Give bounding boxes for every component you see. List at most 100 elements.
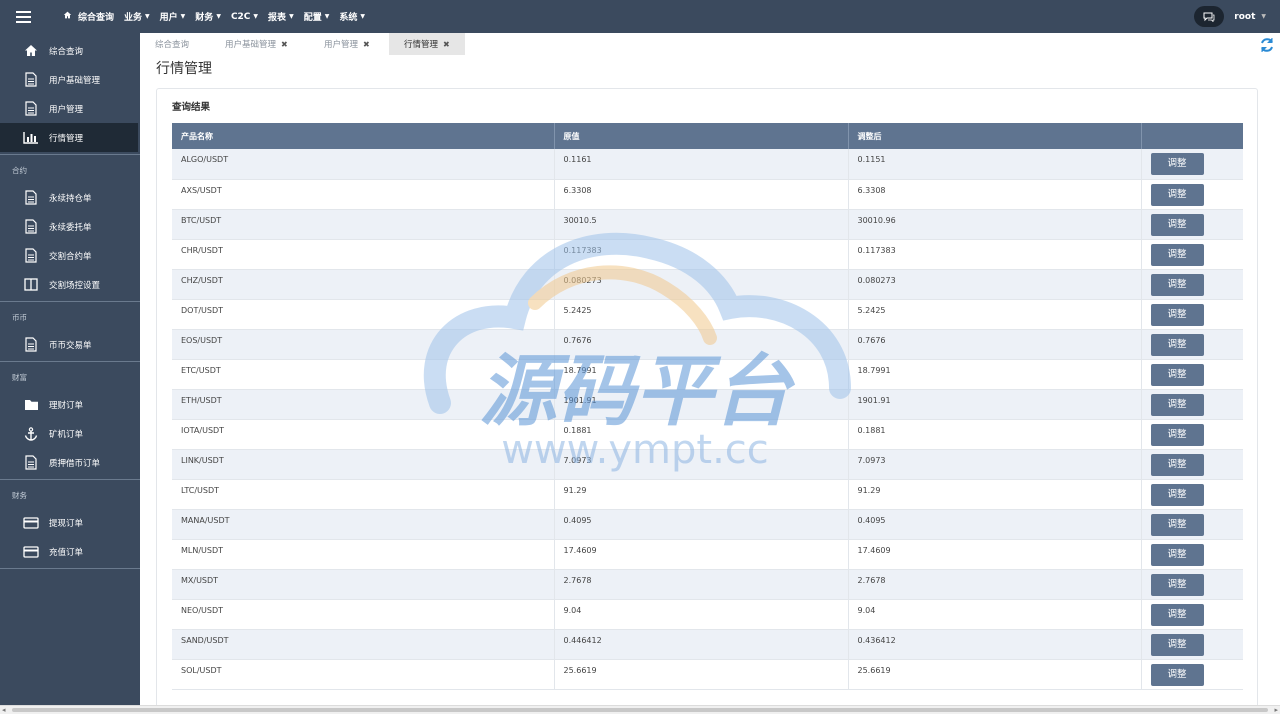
cell-action: 调整 <box>1141 329 1243 360</box>
document-icon <box>23 72 39 88</box>
close-icon[interactable]: ✖ <box>363 40 370 49</box>
topnav-item-3[interactable]: 财务 ▼ <box>195 10 221 23</box>
document-icon <box>23 248 39 264</box>
sidebar-item-group3-0[interactable]: 币币交易单 <box>0 330 140 359</box>
menu-toggle-icon[interactable] <box>0 0 46 33</box>
chevron-down-icon: ▼ <box>289 13 294 20</box>
sidebar-item-group2-0[interactable]: 永续持仓单 <box>0 183 140 212</box>
table-row: ETH/USDT 1901.91 1901.91 调整 <box>172 389 1243 420</box>
document-icon <box>23 190 39 206</box>
sidebar-item-group5-1[interactable]: 充值订单 <box>0 537 140 566</box>
sidebar-item-group1-3[interactable]: 行情管理 <box>0 123 138 152</box>
sidebar-item-group2-1[interactable]: 永续委托单 <box>0 212 140 241</box>
close-icon[interactable]: ✖ <box>443 40 450 49</box>
topnav-item-0[interactable]: 综合查询 <box>63 10 114 23</box>
user-menu[interactable]: root ▼ <box>1234 12 1266 22</box>
topnav-label: 配置 <box>303 13 322 23</box>
adjust-button[interactable]: 调整 <box>1150 633 1204 656</box>
cell-action: 调整 <box>1141 239 1243 270</box>
adjust-button[interactable]: 调整 <box>1150 183 1204 206</box>
topnav-item-5[interactable]: 报表 ▼ <box>268 10 294 23</box>
cell-action: 调整 <box>1141 659 1243 690</box>
sidebar-section-section_wealth: 财富 <box>12 372 27 382</box>
card-icon <box>23 544 39 560</box>
topnav-item-1[interactable]: 业务 ▼ <box>124 10 150 23</box>
cell-original: 6.3308 <box>554 179 849 210</box>
adjust-button[interactable]: 调整 <box>1150 273 1204 296</box>
cell-adjusted: 30010.96 <box>848 209 1142 240</box>
cell-product: CHZ/USDT <box>172 269 555 300</box>
chevron-down-icon: ▼ <box>180 13 186 20</box>
cell-original: 7.0973 <box>554 449 849 480</box>
sidebar-divider <box>0 568 140 569</box>
sidebar-divider <box>0 479 140 480</box>
sidebar-item-group2-2[interactable]: 交割合约单 <box>0 241 140 270</box>
sidebar-divider <box>0 361 140 362</box>
cell-adjusted: 0.4095 <box>848 509 1142 540</box>
sidebar-item-group1-2[interactable]: 用户管理 <box>0 94 140 123</box>
tab-user-manage[interactable]: 用户管理 ✖ <box>324 33 370 55</box>
cell-product: NEO/USDT <box>172 599 555 630</box>
adjust-button[interactable]: 调整 <box>1150 603 1204 626</box>
cell-adjusted: 18.7991 <box>848 359 1142 390</box>
close-icon[interactable]: ✖ <box>281 40 288 49</box>
topnav-label: C2C <box>230 11 251 22</box>
sidebar-item-group1-0[interactable]: 综合查询 <box>0 36 140 65</box>
sidebar-divider <box>0 154 140 155</box>
topnav-item-6[interactable]: 配置 ▼ <box>304 10 330 23</box>
sidebar-item-group4-0[interactable]: 理财订单 <box>0 390 140 419</box>
topnav-item-2[interactable]: 用户 ▼ <box>160 10 186 23</box>
topnav-item-4[interactable]: C2C ▼ <box>231 12 258 22</box>
column-header-action <box>1141 123 1243 149</box>
cell-adjusted: 9.04 <box>848 599 1142 630</box>
adjust-button[interactable]: 调整 <box>1150 243 1204 266</box>
scrollbar-thumb[interactable] <box>12 708 1268 712</box>
cell-product: MLN/USDT <box>172 539 555 570</box>
cell-action: 调整 <box>1141 389 1243 420</box>
sidebar-item-label: 永续委托单 <box>49 222 92 233</box>
adjust-button[interactable]: 调整 <box>1150 333 1204 356</box>
sidebar-item-group1-1[interactable]: 用户基础管理 <box>0 65 140 94</box>
adjust-button[interactable]: 调整 <box>1150 393 1204 416</box>
tab-overview[interactable]: 综合查询 <box>155 33 189 55</box>
cell-adjusted: 6.3308 <box>848 179 1142 210</box>
adjust-button[interactable]: 调整 <box>1150 543 1204 566</box>
tab-label: 用户基础管理 <box>225 40 277 50</box>
column-header-product: 产品名称 <box>172 123 555 149</box>
tab-market[interactable]: 行情管理 ✖ <box>389 33 465 55</box>
sidebar-item-label: 理财订单 <box>49 400 84 411</box>
sidebar: 综合查询用户基础管理用户管理 行情管理合约永续持仓单永续委托单交割合约单 交割场控设… <box>0 33 140 705</box>
cell-original: 5.2425 <box>554 299 849 330</box>
sidebar-item-group5-0[interactable]: 提现订单 <box>0 508 140 537</box>
adjust-button[interactable]: 调整 <box>1150 483 1204 506</box>
refresh-icon[interactable] <box>1259 37 1275 53</box>
tab-user-basic[interactable]: 用户基础管理 ✖ <box>225 33 288 55</box>
cell-product: EOS/USDT <box>172 329 555 360</box>
sidebar-section-section_contract: 合约 <box>12 165 27 175</box>
sidebar-item-group2-3[interactable]: 交割场控设置 <box>0 270 140 299</box>
document-icon <box>23 101 39 117</box>
cell-original: 0.117383 <box>554 239 849 270</box>
adjust-button[interactable]: 调整 <box>1150 213 1204 236</box>
adjust-button[interactable]: 调整 <box>1150 303 1204 326</box>
adjust-button[interactable]: 调整 <box>1150 423 1204 446</box>
topnav-item-7[interactable]: 系统 ▼ <box>339 10 365 23</box>
adjust-button[interactable]: 调整 <box>1150 453 1204 476</box>
adjust-button[interactable]: 调整 <box>1150 663 1204 686</box>
cell-product: IOTA/USDT <box>172 419 555 450</box>
sidebar-item-group4-2[interactable]: 质押借币订单 <box>0 448 140 477</box>
topnav-label: 财务 <box>195 13 214 23</box>
adjust-button[interactable]: 调整 <box>1150 513 1204 536</box>
topnav-label: 报表 <box>268 13 287 23</box>
table-row: BTC/USDT 30010.5 30010.96 调整 <box>172 209 1243 240</box>
chat-icon[interactable] <box>1194 6 1225 27</box>
cell-original: 17.4609 <box>554 539 849 570</box>
cell-action: 调整 <box>1141 299 1243 330</box>
adjust-button[interactable]: 调整 <box>1150 153 1204 175</box>
sidebar-item-group4-1[interactable]: 矿机订单 <box>0 419 140 448</box>
cell-original: 9.04 <box>554 599 849 630</box>
adjust-button[interactable]: 调整 <box>1150 573 1204 596</box>
adjust-button[interactable]: 调整 <box>1150 363 1204 386</box>
cell-adjusted: 0.080273 <box>848 269 1142 300</box>
sidebar-item-label: 用户基础管理 <box>49 75 101 86</box>
